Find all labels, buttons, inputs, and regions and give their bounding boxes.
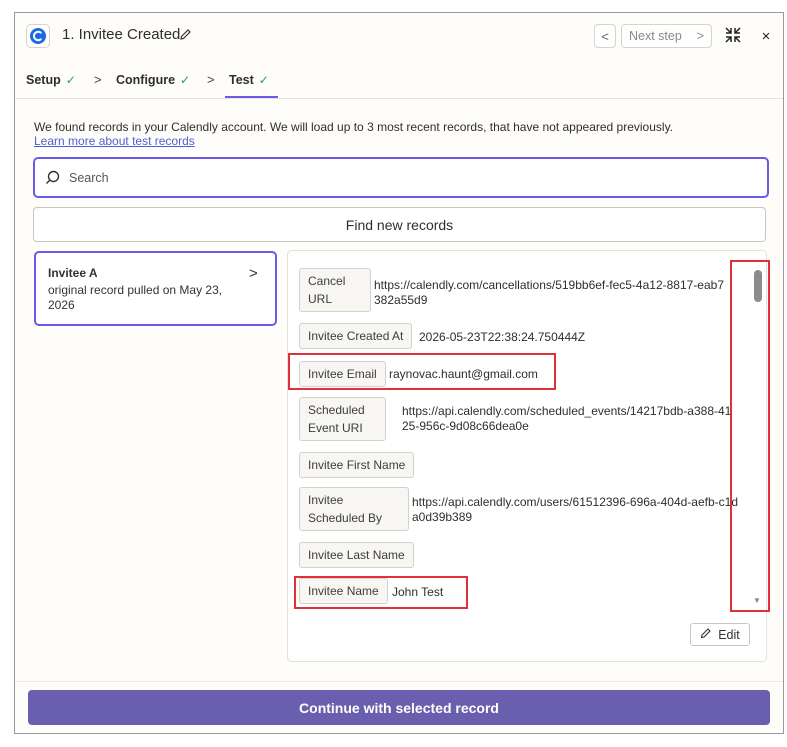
- field-value-email: raynovac.haunt@gmail.com: [389, 367, 538, 381]
- tab-configure-label: Configure: [116, 73, 176, 87]
- next-step-label: Next step: [629, 29, 682, 43]
- check-icon: ✓: [65, 73, 76, 87]
- tab-test-label: Test: [229, 73, 254, 87]
- footer-divider: [15, 681, 783, 682]
- details-scrollbar[interactable]: [753, 275, 763, 610]
- record-subtitle: original record pulled on May 23, 2026: [48, 283, 223, 312]
- tab-setup[interactable]: Setup ✓: [26, 73, 76, 87]
- step-tabs: Setup ✓ > Configure ✓ > Test ✓: [15, 63, 783, 99]
- chevron-right-icon: >: [249, 265, 258, 282]
- field-key-created-at: Invitee Created At: [299, 323, 413, 349]
- active-tab-indicator: [225, 96, 278, 98]
- chevron-right-icon: >: [94, 72, 102, 87]
- edit-button[interactable]: Edit: [690, 623, 750, 646]
- step-panel: 1. Invitee Created < Next step > × Setup…: [14, 12, 784, 734]
- field-key-scheduled-event-uri: Scheduled Event URI: [299, 397, 386, 441]
- learn-more-link[interactable]: Learn more about test records: [34, 134, 195, 148]
- step-title[interactable]: 1. Invitee Created: [62, 26, 180, 43]
- field-key-name: Invitee Name: [299, 578, 388, 604]
- check-icon: ✓: [258, 73, 269, 87]
- previous-step-button[interactable]: <: [594, 24, 616, 48]
- field-key-cancel-url: Cancel URL: [299, 268, 371, 312]
- calendly-logo-icon: [26, 24, 50, 48]
- continue-button[interactable]: Continue with selected record: [28, 690, 770, 725]
- search-input[interactable]: [67, 168, 747, 188]
- check-icon: ✓: [180, 73, 191, 87]
- pencil-icon[interactable]: [179, 28, 192, 46]
- record-details-panel: Cancel URL https://calendly.com/cancella…: [287, 250, 767, 662]
- tab-configure[interactable]: Configure ✓: [116, 73, 190, 87]
- field-value-created-at: 2026-05-23T22:38:24.750444Z: [419, 330, 586, 344]
- collapse-icon[interactable]: [725, 27, 741, 48]
- record-title: Invitee A: [48, 266, 98, 280]
- tab-setup-label: Setup: [26, 73, 61, 87]
- scroll-down-arrow-icon[interactable]: ▼: [753, 596, 761, 605]
- field-value-scheduled-by: https://api.calendly.com/users/61512396-…: [412, 495, 738, 524]
- field-key-email: Invitee Email: [299, 361, 386, 387]
- panel-header: 1. Invitee Created < Next step > ×: [15, 13, 783, 59]
- search-icon: [45, 170, 60, 190]
- chevron-right-icon: >: [207, 72, 215, 87]
- field-key-last-name: Invitee Last Name: [299, 542, 414, 568]
- chevron-right-icon: >: [696, 29, 704, 43]
- field-value-cancel-url: https://calendly.com/cancellations/519bb…: [374, 278, 725, 307]
- intro-text: We found records in your Calendly accoun…: [34, 120, 674, 134]
- field-value-scheduled-event-uri: https://api.calendly.com/scheduled_event…: [402, 404, 732, 433]
- find-new-records-button[interactable]: Find new records: [33, 207, 766, 242]
- field-key-first-name: Invitee First Name: [299, 452, 415, 478]
- scrollbar-thumb[interactable]: [754, 270, 762, 302]
- record-card[interactable]: Invitee A original record pulled on May …: [34, 251, 277, 326]
- tab-test[interactable]: Test ✓: [229, 73, 269, 87]
- pencil-icon: [700, 627, 712, 642]
- next-step-button[interactable]: Next step >: [621, 24, 712, 48]
- search-box[interactable]: [33, 157, 769, 198]
- field-key-scheduled-by: Invitee Scheduled By: [299, 487, 409, 531]
- edit-label: Edit: [718, 627, 740, 642]
- close-icon[interactable]: ×: [756, 24, 776, 48]
- field-value-name: John Test: [392, 585, 444, 599]
